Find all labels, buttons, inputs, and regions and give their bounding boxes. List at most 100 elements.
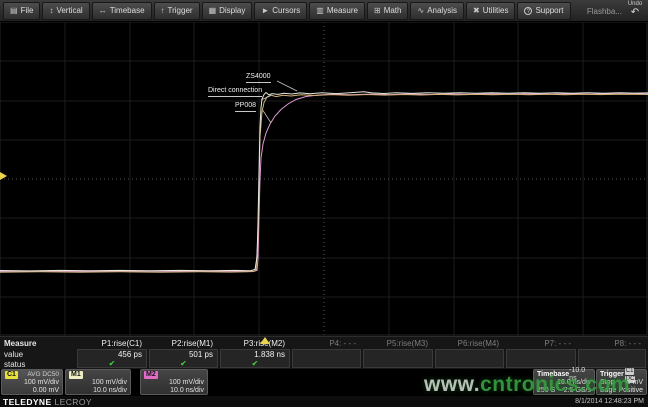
p3-status-check-icon: ✔ bbox=[219, 359, 291, 368]
trigger-slope: Positive bbox=[618, 387, 643, 395]
question-icon: ? bbox=[524, 7, 532, 15]
trigger-source-badge: C1 bbox=[625, 368, 635, 375]
menu-cursors[interactable]: ►Cursors bbox=[254, 2, 307, 20]
measure-col-p5[interactable]: P5:rise(M3) bbox=[362, 337, 434, 370]
waveform-graticule[interactable]: ZS4000 Direct connection PP008 bbox=[0, 22, 648, 336]
p4-cell bbox=[292, 349, 361, 368]
status-bar: TELEDYNELECROY 8/1/2014 12:48:23 PM bbox=[0, 396, 648, 407]
p1-header: P1:rise(C1) bbox=[102, 339, 142, 348]
measure-col-p7[interactable]: P7: - - - bbox=[505, 337, 577, 370]
timebase-descriptor[interactable]: Timebase-10.0 ns 10.0 ns/div 250 S2.5 GS… bbox=[533, 369, 595, 395]
p7-header: P7: - - - bbox=[544, 339, 571, 348]
display-icon: ▦ bbox=[209, 6, 217, 15]
menu-support-label: Support bbox=[535, 6, 563, 15]
measure-table: Measure value status P1:rise(C1) 456 ps … bbox=[0, 336, 648, 369]
p2-status-check-icon: ✔ bbox=[148, 359, 219, 368]
menu-display[interactable]: ▦Display bbox=[202, 2, 253, 20]
m2-descriptor[interactable]: M2 100 mV/div 10.0 ns/div bbox=[140, 369, 208, 395]
trigger-title: Trigger bbox=[600, 371, 624, 379]
value-label: value bbox=[4, 350, 23, 359]
menu-bar: ▤File ↕Vertical ↔Timebase ↑Trigger ▦Disp… bbox=[0, 0, 648, 22]
teledyne-lecroy-logo: TELEDYNELECROY bbox=[3, 397, 92, 407]
utilities-icon: ✖ bbox=[473, 6, 480, 15]
menu-measure[interactable]: ▥Measure bbox=[309, 2, 365, 20]
p1-value: 456 ps bbox=[118, 350, 142, 359]
p5-cell bbox=[363, 349, 433, 368]
file-icon: ▤ bbox=[10, 6, 18, 15]
m2-tdiv: 10.0 ns/div bbox=[144, 387, 204, 395]
m1-badge: M1 bbox=[69, 371, 83, 379]
menu-utilities-label: Utilities bbox=[483, 6, 509, 15]
menu-file[interactable]: ▤File bbox=[3, 2, 40, 20]
p7-cell bbox=[506, 349, 576, 368]
menu-trigger[interactable]: ↑Trigger bbox=[154, 2, 200, 20]
trigger-position-marker[interactable] bbox=[260, 337, 270, 344]
m1-vdiv: 100 mV/div bbox=[69, 379, 127, 387]
math-plus-icon: ⊞ bbox=[374, 6, 381, 15]
brand-teledyne: TELEDYNE bbox=[3, 397, 52, 407]
analysis-chart-icon: ∿ bbox=[417, 6, 424, 15]
measure-col-p2[interactable]: P2:rise(M1) 501 ps ✔ bbox=[148, 337, 219, 370]
flashback-button[interactable]: Flashba... bbox=[587, 7, 622, 16]
measure-col-p6[interactable]: P6:rise(M4) bbox=[434, 337, 505, 370]
brand-lecroy: LECROY bbox=[55, 397, 92, 407]
trigger-level: 0 mV bbox=[627, 379, 643, 387]
menu-timebase-label: Timebase bbox=[110, 6, 145, 15]
p6-cell bbox=[435, 349, 504, 368]
menu-math-label: Math bbox=[384, 6, 402, 15]
timebase-title: Timebase bbox=[537, 371, 569, 379]
menu-math[interactable]: ⊞Math bbox=[367, 2, 409, 20]
vertical-arrows-icon: ↕ bbox=[49, 6, 53, 15]
trigger-descriptor[interactable]: TriggerC1DC Stop0 mV EdgePositive bbox=[596, 369, 647, 395]
undo-icon: ↶ bbox=[624, 8, 646, 17]
timebase-rate: 2.5 GS/s bbox=[564, 387, 591, 395]
menu-analysis[interactable]: ∿Analysis bbox=[410, 2, 464, 20]
ruler-icon: ▥ bbox=[316, 6, 324, 15]
c1-vdiv: 100 mV/div bbox=[5, 379, 59, 387]
menu-measure-label: Measure bbox=[327, 6, 358, 15]
p1-status-check-icon: ✔ bbox=[76, 359, 148, 368]
menu-utilities[interactable]: ✖Utilities bbox=[466, 2, 515, 20]
c1-descriptor[interactable]: C1 AVG DC50 100 mV/div 0.00 mV bbox=[1, 369, 63, 395]
horizontal-arrows-icon: ↔ bbox=[99, 6, 107, 15]
c1-badge: C1 bbox=[5, 371, 18, 379]
watermark-prefix: www. bbox=[424, 373, 480, 396]
annotation-zs4000: ZS4000 bbox=[246, 73, 271, 83]
p2-header: P2:rise(M1) bbox=[172, 339, 213, 348]
p8-header: P8: - - - bbox=[614, 339, 641, 348]
menu-display-label: Display bbox=[219, 6, 245, 15]
annotation-direct-connection: Direct connection bbox=[208, 87, 262, 97]
trigger-mode: Stop bbox=[600, 379, 614, 387]
trigger-type: Edge bbox=[600, 387, 616, 395]
c1-offset: 0.00 mV bbox=[5, 387, 59, 395]
m1-descriptor[interactable]: M1 100 mV/div 10.0 ns/div bbox=[65, 369, 131, 395]
menu-timebase[interactable]: ↔Timebase bbox=[92, 2, 152, 20]
measure-col-p1[interactable]: P1:rise(C1) 456 ps ✔ bbox=[76, 337, 148, 370]
m2-vdiv: 100 mV/div bbox=[144, 379, 204, 387]
measure-col-p4[interactable]: P4: - - - bbox=[291, 337, 362, 370]
p8-cell bbox=[578, 349, 646, 368]
c1-mode: AVG DC50 bbox=[27, 371, 59, 379]
menu-file-label: File bbox=[21, 6, 34, 15]
cursor-pointer-icon: ► bbox=[261, 6, 269, 15]
undo-button[interactable]: Undo↶ bbox=[624, 1, 646, 20]
menu-cursors-label: Cursors bbox=[272, 6, 300, 15]
p4-header: P4: - - - bbox=[329, 339, 356, 348]
annotation-pp008: PP008 bbox=[235, 102, 256, 112]
measure-col-p8[interactable]: P8: - - - bbox=[577, 337, 647, 370]
p3-value: 1.838 ns bbox=[254, 350, 285, 359]
menu-vertical[interactable]: ↕Vertical bbox=[42, 2, 89, 20]
timebase-samples: 250 S bbox=[537, 387, 555, 395]
p5-header: P5:rise(M3) bbox=[387, 339, 428, 348]
c1-offset-marker[interactable] bbox=[0, 172, 7, 180]
waveform-svg bbox=[0, 22, 648, 336]
menu-vertical-label: Vertical bbox=[56, 6, 82, 15]
menu-support[interactable]: ?Support bbox=[517, 2, 570, 20]
p2-value: 501 ps bbox=[189, 350, 213, 359]
m2-badge: M2 bbox=[144, 371, 158, 379]
menu-analysis-label: Analysis bbox=[427, 6, 457, 15]
measure-label: Measure bbox=[4, 339, 36, 348]
menu-trigger-label: Trigger bbox=[168, 6, 193, 15]
measure-col-p3[interactable]: P3:rise(M2) 1.838 ns ✔ bbox=[219, 337, 291, 370]
timebase-tdiv: 10.0 ns/div bbox=[537, 379, 591, 387]
